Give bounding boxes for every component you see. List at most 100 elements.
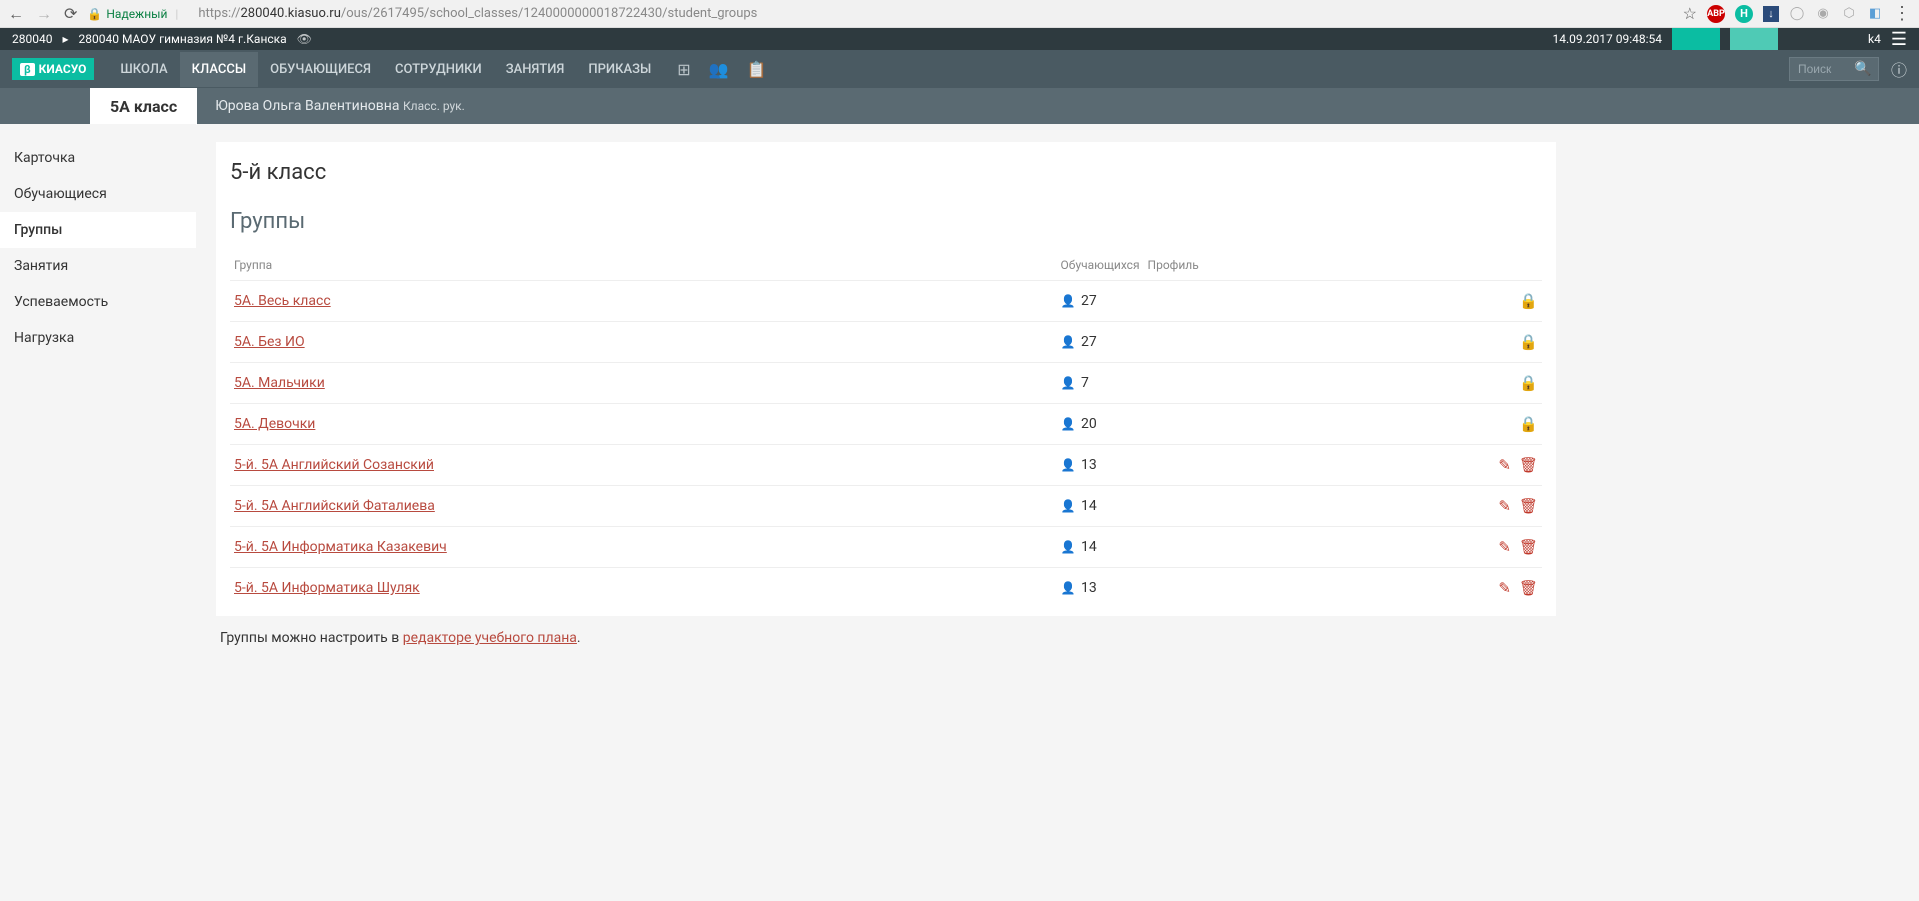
group-link[interactable]: 5-й. 5А Информатика Казакевич (234, 539, 447, 555)
student-count: 👤 27 (1057, 322, 1144, 363)
teacher-name: Юрова Ольга Валентиновна (215, 98, 399, 114)
sidebar-item-0[interactable]: Карточка (0, 140, 196, 176)
datetime: 14.09.2017 09:48:54 (1552, 32, 1662, 46)
school-name[interactable]: 280040 МАОУ гимназия №4 г.Канска (79, 32, 287, 46)
sidebar-item-3[interactable]: Занятия (0, 248, 196, 284)
ext-profile-icon[interactable]: ◉ (1815, 6, 1831, 22)
group-link[interactable]: 5-й. 5А Информатика Шуляк (234, 580, 420, 596)
browser-menu-icon[interactable]: ⋮ (1893, 3, 1911, 24)
nav-item-5[interactable]: ПРИКАЗЫ (576, 52, 663, 87)
group-link[interactable]: 5А. Девочки (234, 416, 315, 432)
help-icon[interactable]: ⓘ (1891, 57, 1907, 81)
browser-forward-icon[interactable]: → (36, 4, 52, 24)
accent-block-1[interactable] (1672, 28, 1720, 50)
delete-icon[interactable]: 🗑 (1519, 538, 1538, 556)
col-students: Обучающихся (1057, 250, 1144, 281)
browser-chrome: ← → ⟳ 🔒 Надежный | https://280040.kiasuo… (0, 0, 1919, 28)
sidebar-item-4[interactable]: Успеваемость (0, 284, 196, 320)
curriculum-link[interactable]: редакторе учебного плана (403, 630, 577, 646)
search-box[interactable]: 🔍 (1789, 57, 1879, 81)
sidebar-item-1[interactable]: Обучающиеся (0, 176, 196, 212)
student-count: 👤 13 (1057, 445, 1144, 486)
table-row: 5А. Мальчики 👤 7 🔒 (230, 363, 1542, 404)
nav-item-3[interactable]: СОТРУДНИКИ (383, 52, 494, 87)
school-code: 280040 (12, 32, 52, 46)
lock-icon: 🔒 (87, 7, 102, 21)
lock-icon: 🔒 (1519, 333, 1538, 351)
download-icon[interactable]: ↓ (1763, 6, 1779, 22)
student-count: 👤 20 (1057, 404, 1144, 445)
person-icon: 👤 (1061, 581, 1076, 595)
user-label[interactable]: k4 (1868, 32, 1881, 46)
class-tab[interactable]: 5А класс (90, 88, 197, 125)
student-count: 👤 13 (1057, 568, 1144, 609)
table-row: 5-й. 5А Английский Созанский 👤 13 ✎ 🗑 (230, 445, 1542, 486)
abp-icon[interactable]: ABP (1707, 5, 1725, 23)
edit-icon[interactable]: ✎ (1498, 497, 1511, 515)
hamburger-icon[interactable]: ☰ (1891, 29, 1907, 50)
browser-extensions: ☆ ABP H ↓ ◯ ◉ ⬡ ◧ ⋮ (1683, 3, 1911, 24)
delete-icon[interactable]: 🗑 (1519, 579, 1538, 597)
person-icon: 👤 (1061, 540, 1076, 554)
student-count: 👤 14 (1057, 486, 1144, 527)
col-group: Группа (230, 250, 1057, 281)
topbar: 280040 ▸ 280040 МАОУ гимназия №4 г.Канск… (0, 28, 1919, 50)
person-icon: 👤 (1061, 335, 1076, 349)
browser-security: 🔒 Надежный | (87, 7, 182, 21)
group-link[interactable]: 5А. Весь класс (234, 293, 331, 309)
group-link[interactable]: 5А. Без ИО (234, 334, 305, 350)
group-link[interactable]: 5А. Мальчики (234, 375, 325, 391)
groups-table: Группа Обучающихся Профиль 5А. Весь клас… (230, 250, 1542, 608)
section-title: Группы (230, 209, 1542, 234)
nav-items: ШКОЛАКЛАССЫОБУЧАЮЩИЕСЯСОТРУДНИКИЗАНЯТИЯП… (108, 52, 663, 87)
security-label: Надежный (106, 7, 167, 21)
table-row: 5-й. 5А Информатика Казакевич👤 14✎🗑 (230, 527, 1542, 568)
person-icon: 👤 (1061, 458, 1076, 472)
browser-back-icon[interactable]: ← (8, 4, 24, 24)
main-nav: β КИАСУО ШКОЛАКЛАССЫОБУЧАЮЩИЕСЯСОТРУДНИК… (0, 50, 1919, 88)
delete-icon[interactable]: 🗑 (1519, 497, 1538, 515)
sidebar-item-2[interactable]: Группы (0, 212, 196, 248)
search-input[interactable] (1798, 62, 1848, 76)
accent-block-2[interactable] (1730, 28, 1778, 50)
browser-reload-icon[interactable]: ⟳ (64, 4, 77, 23)
table-row: 5А. Весь класс 👤 27 🔒 (230, 281, 1542, 322)
edit-icon[interactable]: ✎ (1498, 456, 1511, 474)
student-count: 👤 7 (1057, 363, 1144, 404)
person-icon: 👤 (1061, 376, 1076, 390)
nav-item-4[interactable]: ЗАНЯТИЯ (494, 52, 577, 87)
lock-icon: 🔒 (1519, 292, 1538, 310)
student-count: 👤 27 (1057, 281, 1144, 322)
lock-icon: 🔒 (1519, 415, 1538, 433)
ext-circle-icon[interactable]: ◯ (1789, 6, 1805, 22)
ext-cube-icon[interactable]: ◧ (1867, 6, 1883, 22)
logo-text: КИАСУО (39, 62, 87, 76)
delete-icon[interactable]: 🗑 (1519, 456, 1538, 474)
edit-icon[interactable]: ✎ (1498, 579, 1511, 597)
logo[interactable]: β КИАСУО (12, 58, 94, 80)
nav-item-1[interactable]: КЛАССЫ (180, 52, 258, 87)
person-icon: 👤 (1061, 417, 1076, 431)
browser-url[interactable]: https://280040.kiasuo.ru/ous/2617495/sch… (192, 6, 1672, 21)
sidebar-item-5[interactable]: Нагрузка (0, 320, 196, 356)
nav-item-2[interactable]: ОБУЧАЮЩИЕСЯ (258, 52, 383, 87)
breadcrumb-arrow: ▸ (62, 32, 68, 46)
group-link[interactable]: 5-й. 5А Английский Фаталиева (234, 498, 435, 514)
clipboard-icon[interactable]: 📋 (747, 60, 767, 79)
bookmark-icon[interactable]: ☆ (1683, 4, 1697, 23)
content: 5-й класс Группы Группа Обучающихся Проф… (196, 124, 1556, 664)
edit-icon[interactable]: ✎ (1498, 538, 1511, 556)
lock-icon: 🔒 (1519, 374, 1538, 392)
table-row: 5-й. 5А Английский Фаталиева 👤 14 ✎ 🗑 (230, 486, 1542, 527)
eye-icon[interactable]: 👁 (297, 32, 312, 46)
apps-icon[interactable]: ⊞ (677, 60, 690, 79)
ext-h-icon[interactable]: H (1735, 5, 1753, 23)
ext-hex-icon[interactable]: ⬡ (1841, 6, 1857, 22)
people-icon[interactable]: 👥 (709, 60, 729, 79)
nav-item-0[interactable]: ШКОЛА (108, 52, 179, 87)
table-row: 5А. Без ИО 👤 27 🔒 (230, 322, 1542, 363)
group-link[interactable]: 5-й. 5А Английский Созанский (234, 457, 434, 473)
sidebar: КарточкаОбучающиесяГруппыЗанятияУспеваем… (0, 124, 196, 664)
search-icon[interactable]: 🔍 (1854, 61, 1871, 77)
beta-badge: β (20, 63, 35, 76)
